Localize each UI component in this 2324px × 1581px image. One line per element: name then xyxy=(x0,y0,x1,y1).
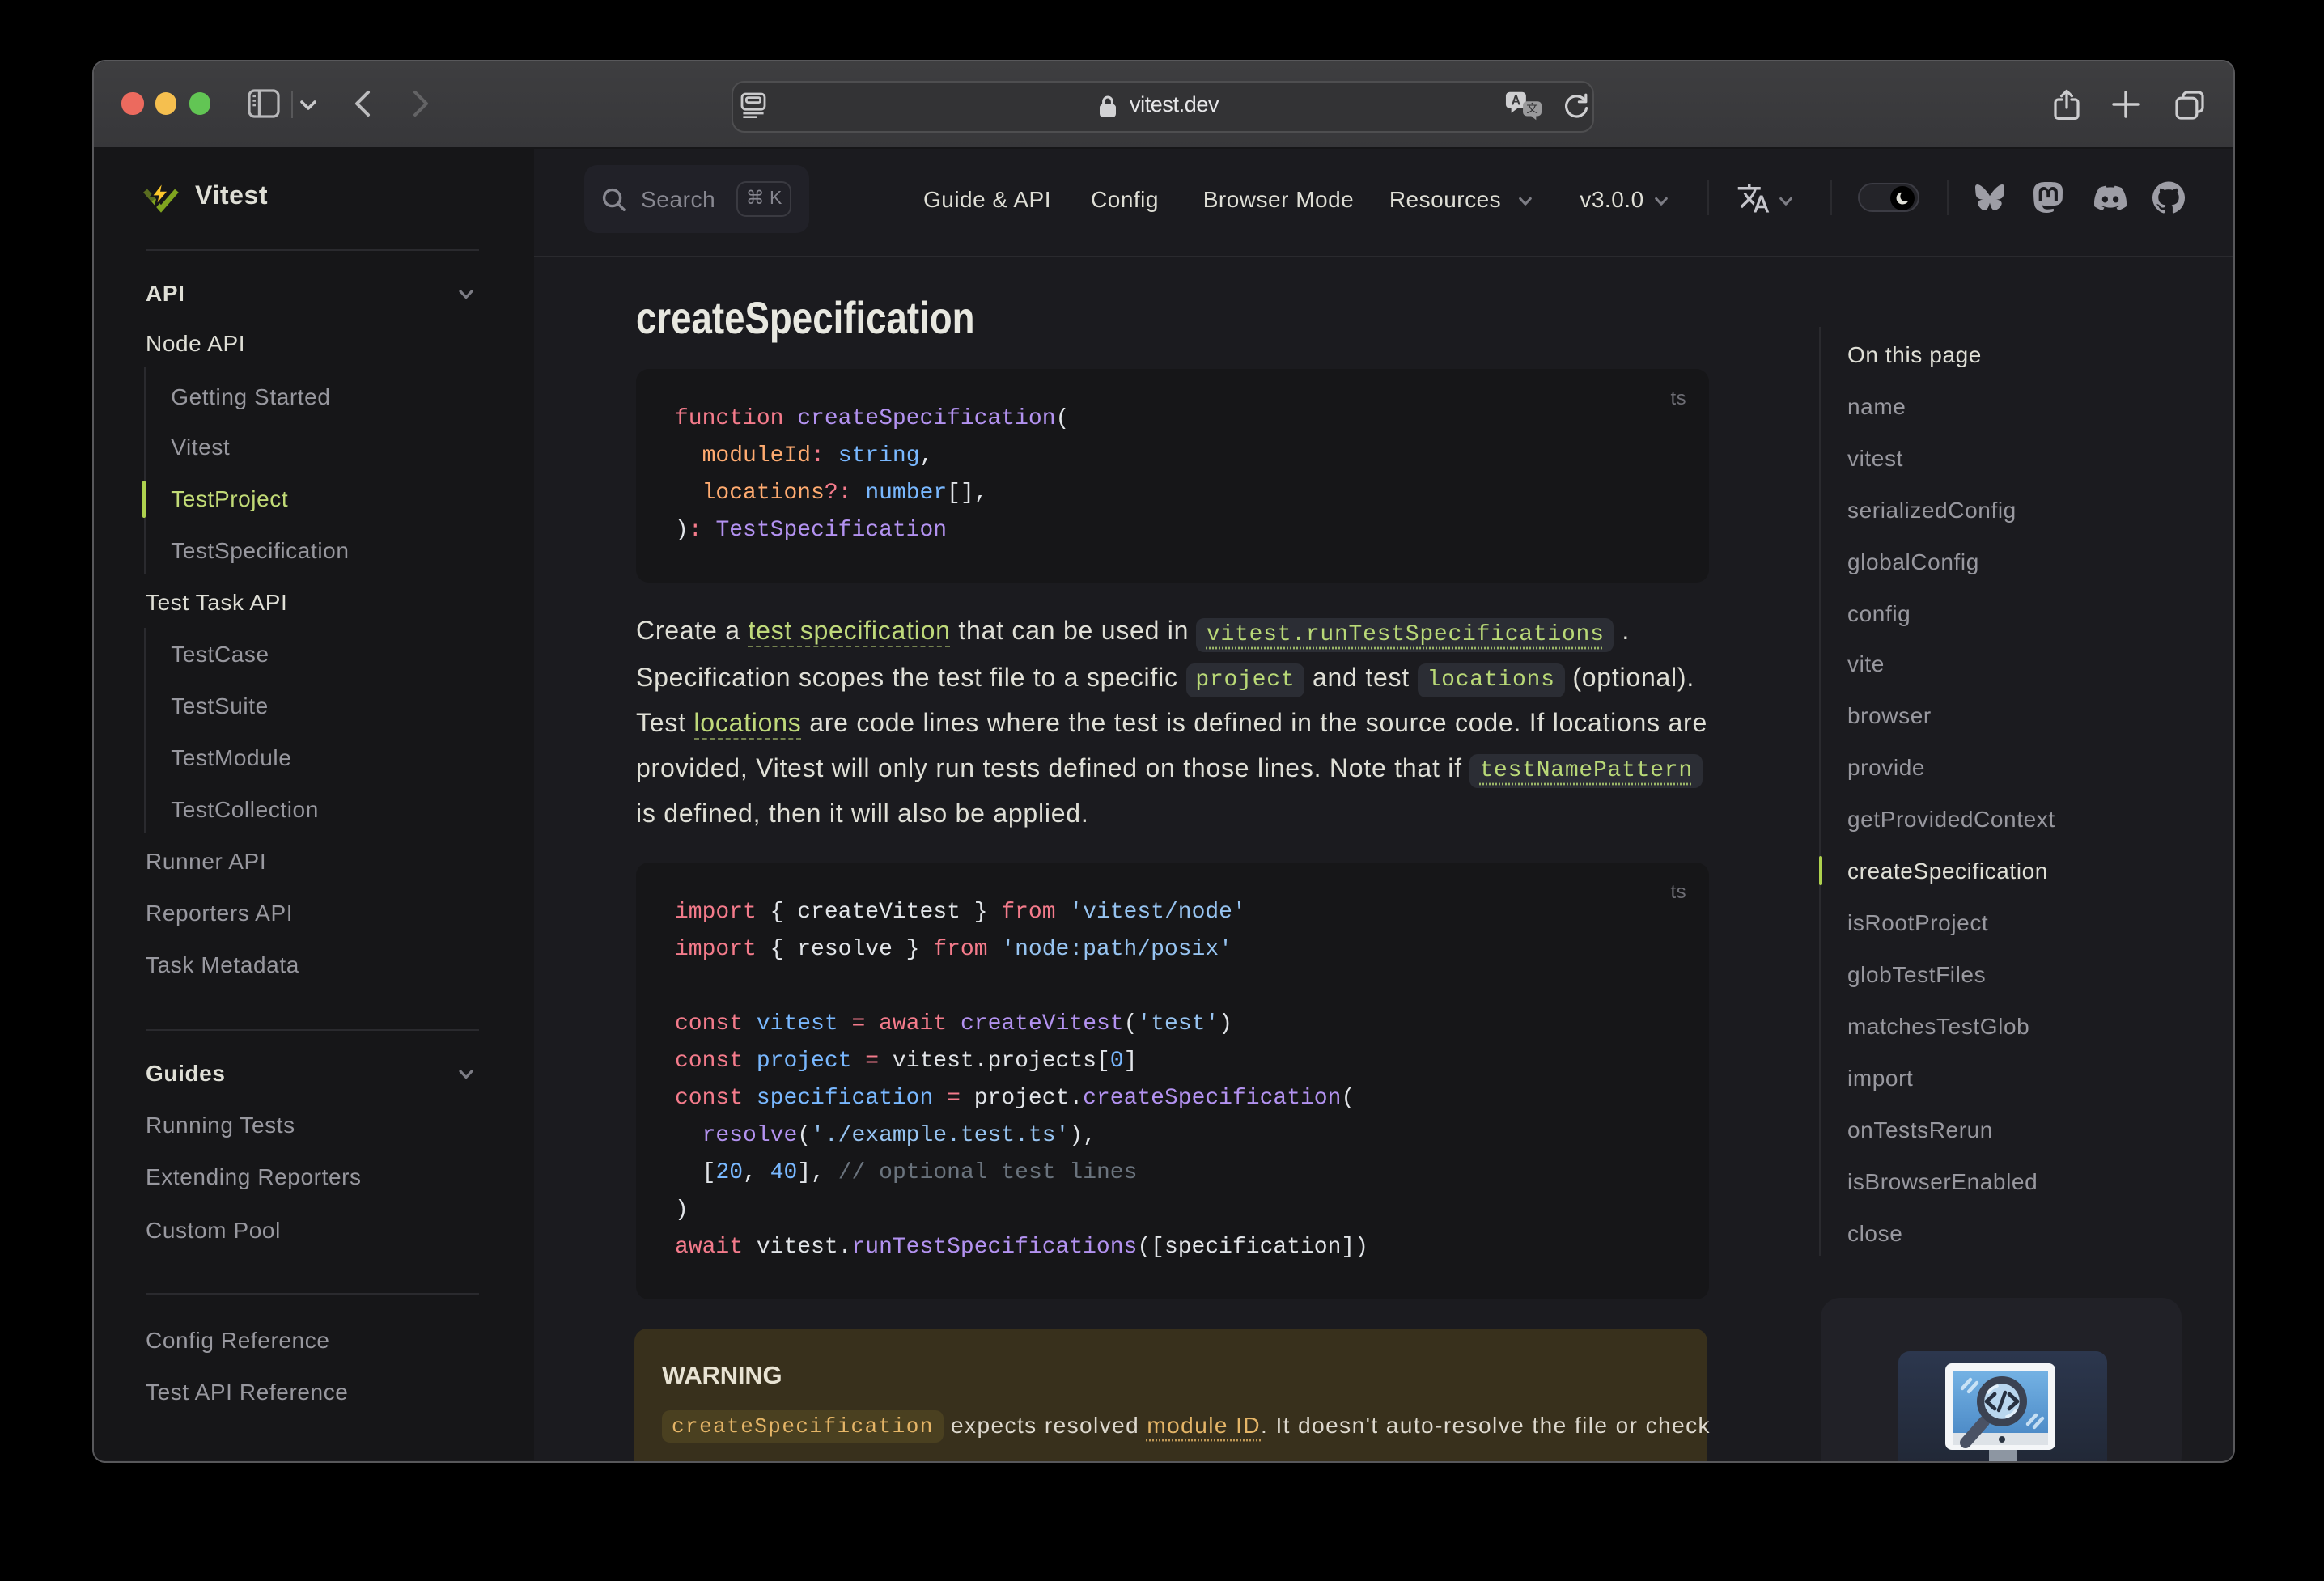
svg-text:文: 文 xyxy=(1526,102,1537,116)
svg-text:A: A xyxy=(1512,93,1521,108)
